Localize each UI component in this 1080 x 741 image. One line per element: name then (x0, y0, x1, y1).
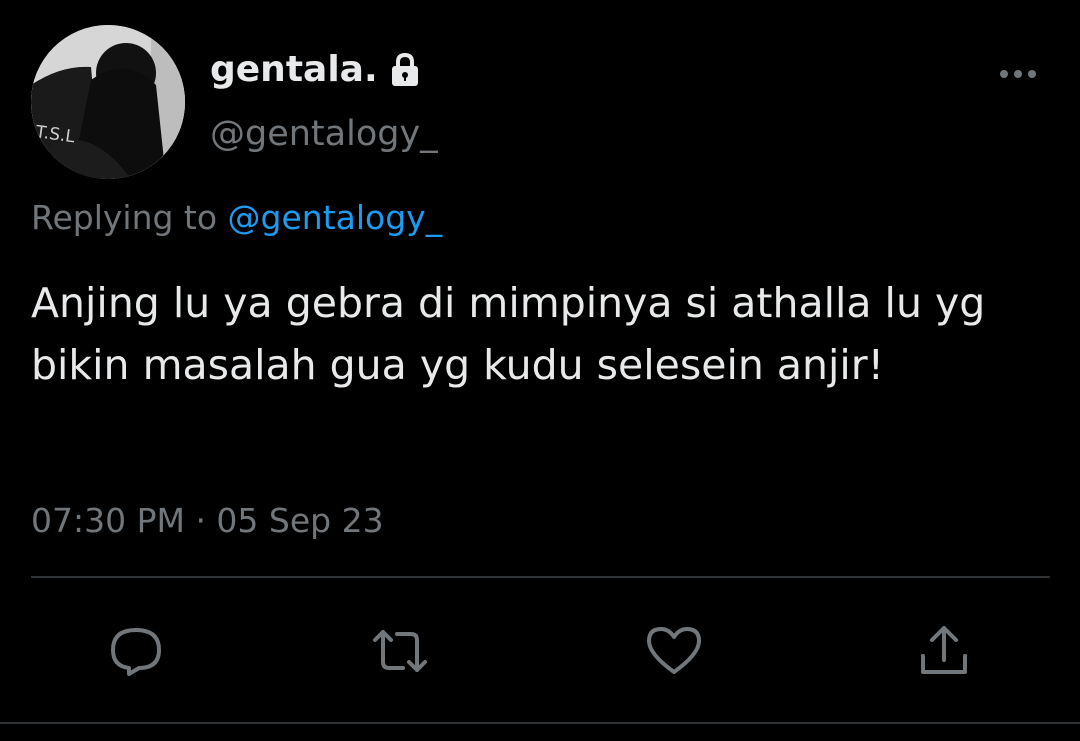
bottom-divider (0, 722, 1080, 724)
avatar-hoodie-text: T.S.L (33, 122, 76, 148)
share-button[interactable] (915, 622, 973, 680)
tweet-text: Anjing lu ya gebra di mimpinya si athall… (31, 279, 986, 389)
reply-mention-link[interactable]: @gentalogy_ (228, 198, 443, 237)
reply-context: Replying to @gentalogy_ (31, 194, 442, 242)
replying-prefix: Replying to (31, 198, 218, 237)
tweet-timestamp[interactable]: 07:30 PM · 05 Sep 23 (31, 497, 384, 545)
retweet-icon (373, 630, 427, 672)
share-icon (921, 626, 967, 674)
avatar[interactable]: T.S.L (31, 25, 185, 179)
more-icon[interactable] (998, 62, 1038, 86)
author-handle[interactable]: @gentalogy_ (210, 110, 438, 158)
like-icon (647, 627, 701, 674)
display-name-text: gentala. (210, 49, 378, 90)
retweet-button[interactable] (371, 622, 429, 680)
divider (31, 576, 1050, 578)
avatar-image: T.S.L (31, 25, 185, 179)
reply-icon (111, 628, 161, 676)
author-display-name[interactable]: gentala. (210, 48, 420, 92)
like-button[interactable] (645, 622, 703, 680)
lock-icon (390, 52, 420, 87)
reply-button[interactable] (107, 622, 165, 680)
